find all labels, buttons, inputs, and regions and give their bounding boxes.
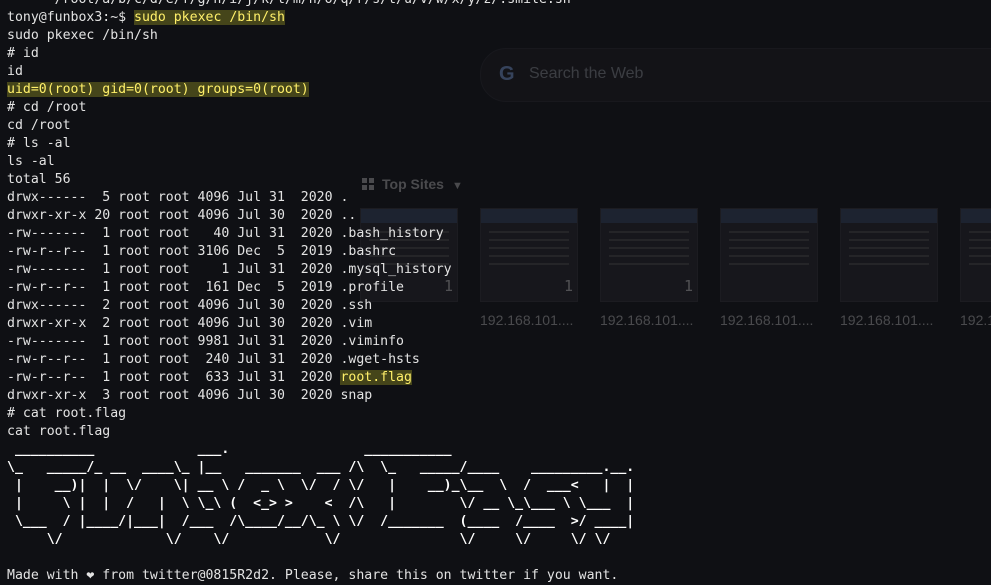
- terminal-line: # cd /root: [7, 99, 991, 117]
- terminal-line: total 56: [7, 171, 991, 189]
- terminal-text: drwx------ 2 root root 4096 Jul 30 2020 …: [7, 298, 373, 313]
- ascii-banner-line: \/ \/ \/ \/ \/ \/ \/ \/: [7, 531, 991, 549]
- terminal-line: sudo pkexec /bin/sh: [7, 27, 991, 45]
- terminal-line: id: [7, 63, 991, 81]
- terminal-text: cat root.flag: [7, 424, 111, 439]
- terminal-text: \_ _____/_ __ ____\_ |__ _______ ___ /\ …: [7, 460, 635, 475]
- terminal-text: drwxr-xr-x 2 root root 4096 Jul 30 2020 …: [7, 316, 373, 331]
- terminal-line: tony@funbox3:~$ sudo pkexec /bin/sh: [7, 9, 991, 27]
- terminal-line: uid=0(root) gid=0(root) groups=0(root): [7, 81, 991, 99]
- terminal-text: -rw-r--r-- 1 root root 3106 Dec 5 2019 .…: [7, 244, 397, 259]
- terminal-text: # cd /root: [7, 100, 87, 115]
- terminal-text: # cat root.flag: [7, 406, 127, 421]
- terminal-partial-line: /root/a/b/c/d/e/f/g/h/i/j/k/l/m/n/o/q/r/…: [7, 0, 991, 9]
- terminal-text: \___ / |____/|___| /___ /\____/__/\_ \ \…: [7, 514, 635, 529]
- terminal-line: -rw-r--r-- 1 root root 3106 Dec 5 2019 .…: [7, 243, 991, 261]
- terminal-line: -rw------- 1 root root 40 Jul 31 2020 .b…: [7, 225, 991, 243]
- terminal-text: drwxr-xr-x 20 root root 4096 Jul 30 2020…: [7, 208, 357, 223]
- terminal-output: /root/a/b/c/d/e/f/g/h/i/j/k/l/m/n/o/q/r/…: [0, 0, 991, 585]
- terminal-text: __________ ___. ___________: [7, 442, 452, 457]
- highlighted-text: root.flag: [340, 370, 412, 385]
- terminal-text: \/ \/ \/ \/ \/ \/ \/ \/: [7, 532, 611, 547]
- terminal-text: | __)| | \/ \| __ \ / _ \ \/ / \/ | __)_…: [7, 478, 635, 493]
- terminal-text: -rw-r--r-- 1 root root 161 Dec 5 2019 .p…: [7, 280, 404, 295]
- ascii-banner-line: \_ _____/_ __ ____\_ |__ _______ ___ /\ …: [7, 459, 991, 477]
- terminal-line: drwxr-xr-x 2 root root 4096 Jul 30 2020 …: [7, 315, 991, 333]
- terminal-text: # ls -al: [7, 136, 71, 151]
- terminal-line: -rw------- 1 root root 1 Jul 31 2020 .my…: [7, 261, 991, 279]
- terminal-line: -rw------- 1 root root 9981 Jul 31 2020 …: [7, 333, 991, 351]
- terminal-line: Made with ❤ from twitter@0815R2d2. Pleas…: [7, 567, 991, 585]
- terminal-line: -rw-r--r-- 1 root root 161 Dec 5 2019 .p…: [7, 279, 991, 297]
- terminal-text: tony@funbox3:~$: [7, 10, 135, 25]
- terminal-text: -rw-r--r-- 1 root root 633 Jul 31 2020: [7, 370, 341, 385]
- terminal-text: total 56: [7, 172, 71, 187]
- ascii-banner-line: __________ ___. ___________: [7, 441, 991, 459]
- terminal-text: drwxr-xr-x 3 root root 4096 Jul 30 2020 …: [7, 388, 373, 403]
- terminal-lines: tony@funbox3:~$ sudo pkexec /bin/sh sudo …: [7, 9, 991, 585]
- terminal-text: -rw-r--r-- 1 root root 240 Jul 31 2020 .…: [7, 352, 420, 367]
- ascii-banner-line: \___ / |____/|___| /___ /\____/__/\_ \ \…: [7, 513, 991, 531]
- terminal-text: ls -al: [7, 154, 55, 169]
- terminal-line: drwx------ 2 root root 4096 Jul 30 2020 …: [7, 297, 991, 315]
- terminal-line: # id: [7, 45, 991, 63]
- terminal-line: drwxr-xr-x 3 root root 4096 Jul 30 2020 …: [7, 387, 991, 405]
- terminal-text: | \ | | / | \ \_\ ( <_> > < /\ | \/ __ \…: [7, 496, 635, 511]
- terminal-text: -rw------- 1 root root 9981 Jul 31 2020 …: [7, 334, 404, 349]
- terminal-line: # cat root.flag: [7, 405, 991, 423]
- terminal-line: cd /root: [7, 117, 991, 135]
- terminal-line: -rw-r--r-- 1 root root 633 Jul 31 2020 r…: [7, 369, 991, 387]
- terminal-text: id: [7, 64, 23, 79]
- terminal-text: Made with ❤ from twitter@0815R2d2. Pleas…: [7, 568, 619, 583]
- terminal-line: drwx------ 5 root root 4096 Jul 31 2020 …: [7, 189, 991, 207]
- terminal-text: drwx------ 5 root root 4096 Jul 31 2020 …: [7, 190, 349, 205]
- ascii-banner-line: | __)| | \/ \| __ \ / _ \ \/ / \/ | __)_…: [7, 477, 991, 495]
- terminal-line: -rw-r--r-- 1 root root 240 Jul 31 2020 .…: [7, 351, 991, 369]
- terminal-line: drwxr-xr-x 20 root root 4096 Jul 30 2020…: [7, 207, 991, 225]
- terminal-text: # id: [7, 46, 39, 61]
- terminal-text: -rw------- 1 root root 1 Jul 31 2020 .my…: [7, 262, 452, 277]
- terminal-line: ls -al: [7, 153, 991, 171]
- terminal-text: sudo pkexec /bin/sh: [7, 28, 158, 43]
- terminal-text: -rw------- 1 root root 40 Jul 31 2020 .b…: [7, 226, 444, 241]
- terminal-line: # ls -al: [7, 135, 991, 153]
- terminal-line: cat root.flag: [7, 423, 991, 441]
- highlighted-text: sudo pkexec /bin/sh: [134, 10, 285, 25]
- terminal-text: cd /root: [7, 118, 71, 133]
- ascii-banner-line: | \ | | / | \ \_\ ( <_> > < /\ | \/ __ \…: [7, 495, 991, 513]
- highlighted-text: uid=0(root) gid=0(root) groups=0(root): [7, 82, 309, 97]
